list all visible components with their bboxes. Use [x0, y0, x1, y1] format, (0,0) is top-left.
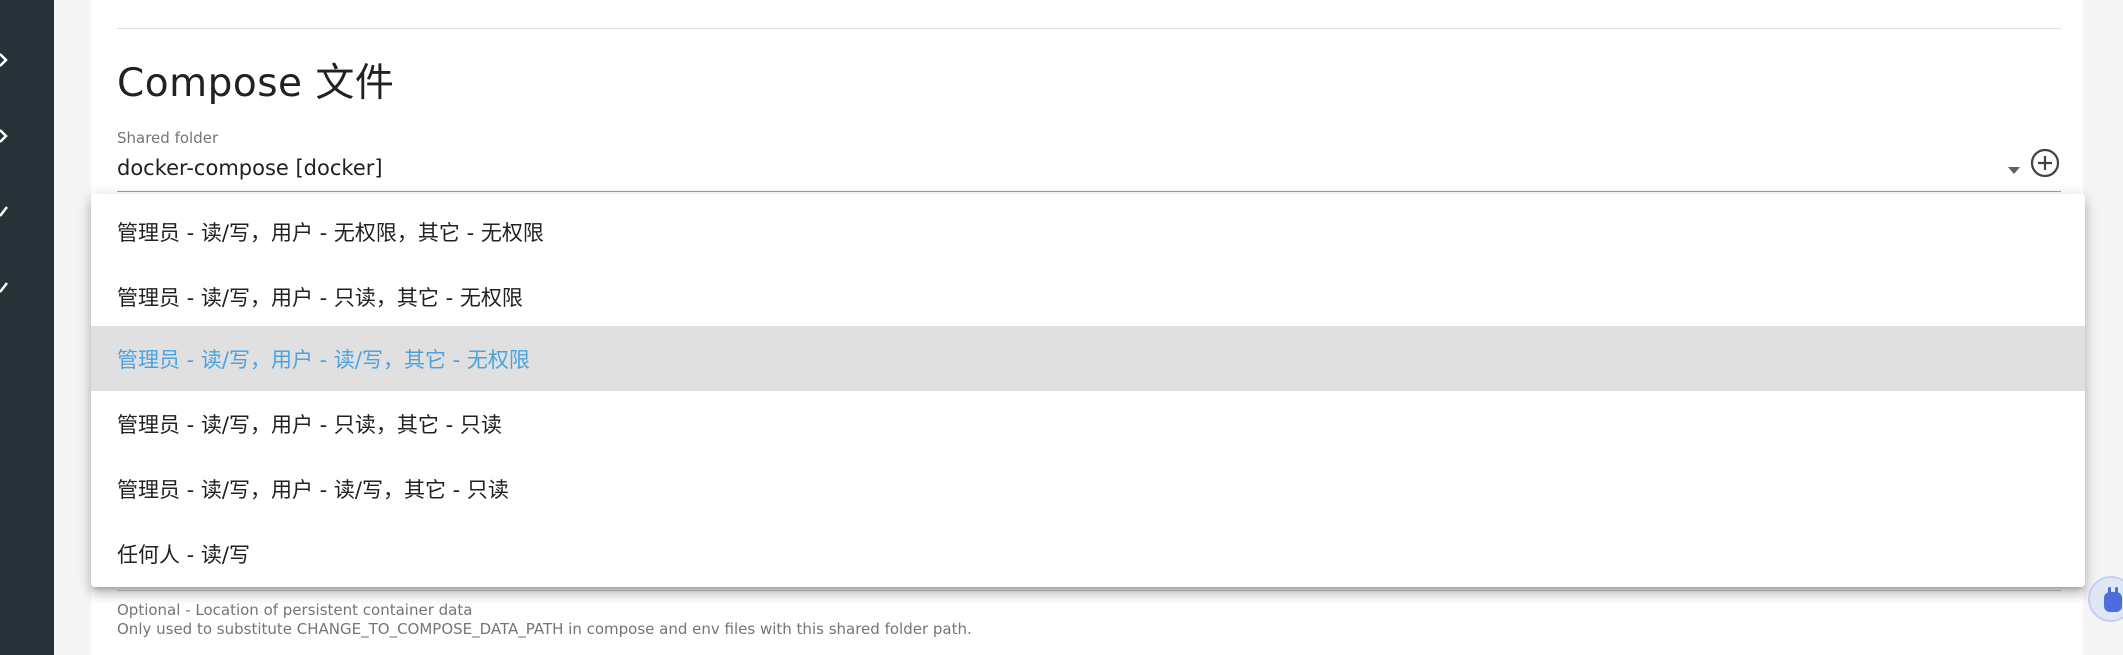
permissions-dropdown-menu: 管理员 - 读/写，用户 - 无权限，其它 - 无权限 管理员 - 读/写，用户… — [91, 194, 2085, 587]
sidebar-chevron-icon-2[interactable] — [0, 128, 10, 144]
data-path-underline — [117, 590, 2061, 591]
shared-folder-select[interactable]: docker-compose [docker] — [117, 156, 383, 180]
permission-option[interactable]: 管理员 - 读/写，用户 - 只读，其它 - 只读 — [91, 391, 2085, 456]
shared-folder-underline — [117, 191, 2061, 192]
section-title: Compose 文件 — [117, 61, 395, 106]
permission-option[interactable]: 管理员 - 读/写，用户 - 无权限，其它 - 无权限 — [91, 199, 2085, 264]
permission-option[interactable]: 任何人 - 读/写 — [91, 521, 2085, 586]
add-circle-outline-icon[interactable] — [2029, 147, 2061, 179]
data-path-hint-optional: Optional - Location of persistent contai… — [117, 601, 473, 619]
permission-option[interactable]: 管理员 - 读/写，用户 - 读/写，其它 - 只读 — [91, 456, 2085, 521]
arrow-drop-down-icon[interactable] — [2004, 160, 2024, 180]
extension-fab[interactable] — [2088, 576, 2123, 622]
sidebar-expand-icon-4[interactable] — [0, 278, 10, 294]
sidebar-expand-icon-3[interactable] — [0, 202, 10, 218]
data-path-hint-usage: Only used to substitute CHANGE_TO_COMPOS… — [117, 620, 972, 638]
sidebar-chevron-icon-1[interactable] — [0, 52, 10, 68]
permission-option-selected[interactable]: 管理员 - 读/写，用户 - 读/写，其它 - 无权限 — [91, 326, 2085, 391]
permission-option[interactable]: 管理员 - 读/写，用户 - 只读，其它 - 无权限 — [91, 264, 2085, 329]
section-divider — [117, 28, 2061, 29]
puzzle-piece-icon — [2104, 587, 2122, 612]
sidebar — [0, 0, 54, 655]
shared-folder-label: Shared folder — [117, 129, 219, 147]
